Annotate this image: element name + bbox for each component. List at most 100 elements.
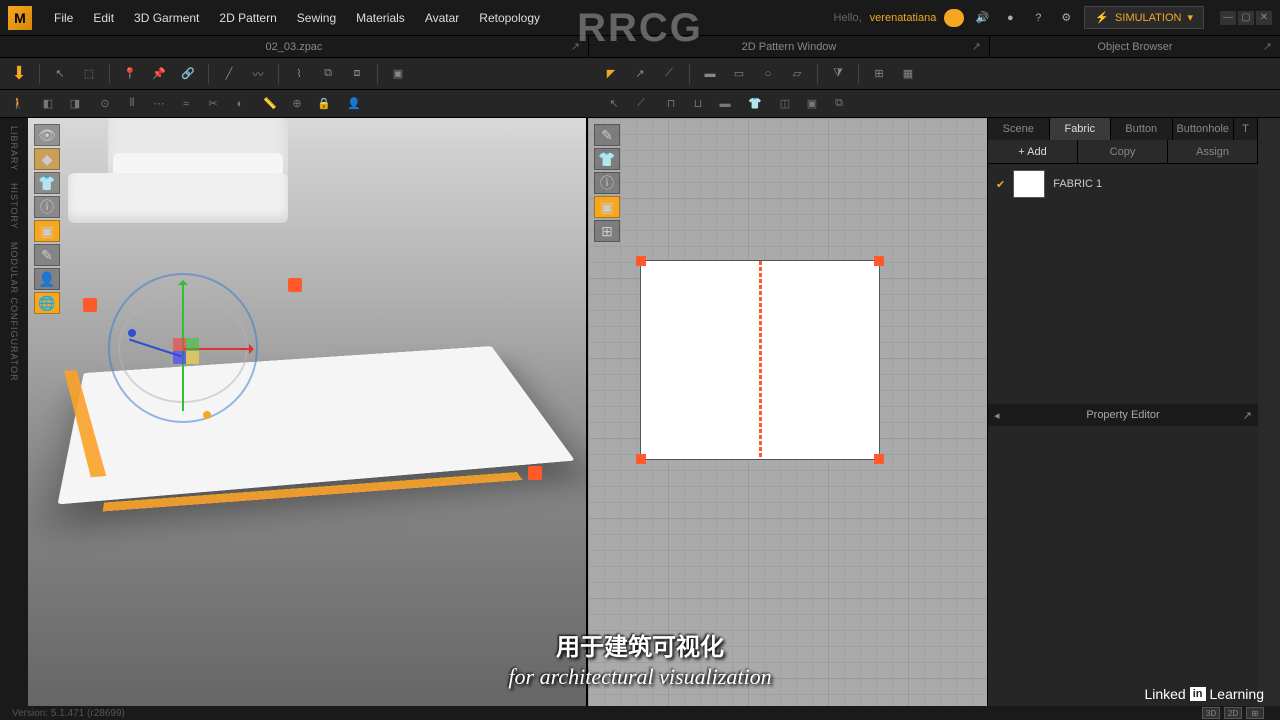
graphic-tool-icon[interactable]: ◨ bbox=[63, 92, 87, 116]
pleat-tool-icon[interactable]: ⧉ bbox=[827, 92, 851, 116]
topstitch-tool-icon[interactable]: ⋯ bbox=[147, 92, 171, 116]
grid-toggle-icon[interactable]: ⊞ bbox=[866, 61, 892, 87]
tab-more[interactable]: T bbox=[1234, 118, 1258, 140]
fold-tool-icon[interactable]: ▣ bbox=[385, 61, 411, 87]
sidebar-modular[interactable]: MODULAR CONFIGURATOR bbox=[9, 242, 19, 382]
sewing-tool-icon[interactable]: ⧉ bbox=[315, 61, 341, 87]
viewport-3d[interactable]: 👁 ◆ 👕 ⓘ ▣ ✎ 👤 🌐 bbox=[28, 118, 588, 708]
free-sewing-2d-icon[interactable]: ⟋ bbox=[629, 92, 653, 116]
menu-3d-garment[interactable]: 3D Garment bbox=[124, 11, 209, 25]
menu-avatar[interactable]: Avatar bbox=[415, 11, 469, 25]
add-button[interactable]: + Add bbox=[988, 140, 1078, 163]
vp2-trace-icon[interactable]: ⊞ bbox=[594, 220, 620, 242]
select-mesh-tool-icon[interactable]: ⬚ bbox=[76, 61, 102, 87]
vp2-info-icon[interactable]: ⓘ bbox=[594, 172, 620, 194]
grid-fine-icon[interactable]: ▦ bbox=[895, 61, 921, 87]
pattern-piece[interactable] bbox=[640, 260, 880, 460]
settings-icon[interactable]: ⚙ bbox=[1056, 8, 1076, 28]
tab-3d-window[interactable]: 02_03.zpac ↗ bbox=[0, 41, 588, 53]
collapse-icon[interactable]: ◂ bbox=[994, 409, 1000, 422]
circle-tool-icon[interactable]: ○ bbox=[755, 61, 781, 87]
menu-sewing[interactable]: Sewing bbox=[287, 11, 346, 25]
close-button[interactable]: ✕ bbox=[1256, 11, 1272, 25]
puckering-tool-icon[interactable]: ≈ bbox=[174, 92, 198, 116]
pattern-anchor[interactable] bbox=[636, 256, 646, 266]
vp2-edit-icon[interactable]: ✎ bbox=[594, 124, 620, 146]
assign-button[interactable]: Assign bbox=[1168, 140, 1258, 163]
sidebar-history[interactable]: HISTORY bbox=[9, 183, 19, 230]
fabric-item[interactable]: ✔ FABRIC 1 bbox=[988, 164, 1258, 204]
curve-tool-icon[interactable]: 〰 bbox=[245, 61, 271, 87]
notifications-icon[interactable]: ● bbox=[1000, 8, 1020, 28]
tack-tool-icon[interactable]: 📌 bbox=[146, 61, 172, 87]
dart-tool-icon[interactable]: ⧩ bbox=[825, 61, 851, 87]
simulation-button[interactable]: ⚡ SIMULATION ▾ bbox=[1084, 6, 1204, 29]
transform-gizmo[interactable] bbox=[108, 273, 268, 433]
popout-icon[interactable]: ↗ bbox=[972, 40, 981, 53]
viewport-2d[interactable]: ✎ 👕 ⓘ ▣ ⊞ bbox=[588, 118, 988, 708]
symmetry-tool-icon[interactable]: ◫ bbox=[773, 92, 797, 116]
button-tool-icon[interactable]: ⊙ bbox=[93, 92, 117, 116]
cloud-sync-icon[interactable] bbox=[944, 8, 964, 28]
popout-icon[interactable]: ↗ bbox=[571, 40, 580, 53]
avatar-tape-icon[interactable]: 👤 bbox=[342, 92, 366, 116]
lock-tool-icon[interactable]: 🔒 bbox=[312, 92, 336, 116]
binding-tool-icon[interactable]: ▣ bbox=[800, 92, 824, 116]
view-mode-2d[interactable]: 2D bbox=[1224, 707, 1242, 719]
avatar-walk-icon[interactable]: 🚶 bbox=[6, 92, 30, 116]
trim-tool-icon[interactable]: ✂ bbox=[201, 92, 225, 116]
sidebar-library[interactable]: LIBRARY bbox=[9, 126, 19, 171]
attach-tool-icon[interactable]: 🔗 bbox=[175, 61, 201, 87]
vp-surface-icon[interactable]: ◆ bbox=[34, 148, 60, 170]
copy-button[interactable]: Copy bbox=[1078, 140, 1168, 163]
select-tool-icon[interactable]: ↖ bbox=[47, 61, 73, 87]
tab-2d-window[interactable]: 2D Pattern Window ↗ bbox=[589, 41, 989, 53]
vp2-shirt-icon[interactable]: 👕 bbox=[594, 148, 620, 170]
line-tool-icon[interactable]: ╱ bbox=[216, 61, 242, 87]
internal-line-icon[interactable]: ▱ bbox=[784, 61, 810, 87]
polygon-tool-icon[interactable]: ▬ bbox=[697, 61, 723, 87]
maximize-button[interactable]: ▢ bbox=[1238, 11, 1254, 25]
seam-tool-icon[interactable]: ⌇ bbox=[286, 61, 312, 87]
vp-render-icon[interactable]: ▣ bbox=[34, 220, 60, 242]
rectangle-tool-icon[interactable]: ▭ bbox=[726, 61, 752, 87]
simulate-toggle-icon[interactable]: ⬇ bbox=[6, 61, 32, 87]
segment-sewing-icon[interactable]: ↖ bbox=[602, 92, 626, 116]
edit-pattern-icon[interactable]: ◤ bbox=[598, 61, 624, 87]
pin-tool-icon[interactable]: 📍 bbox=[117, 61, 143, 87]
tab-button[interactable]: Button bbox=[1111, 118, 1173, 140]
shirt-icon[interactable]: 👕 bbox=[743, 92, 767, 116]
pattern-anchor[interactable] bbox=[874, 454, 884, 464]
free-sewing-icon[interactable]: ⧈ bbox=[344, 61, 370, 87]
pattern-anchor[interactable] bbox=[636, 454, 646, 464]
tab-scene[interactable]: Scene bbox=[988, 118, 1050, 140]
sphere-tool-icon[interactable]: ⊕ bbox=[285, 92, 309, 116]
sound-icon[interactable]: 🔊 bbox=[972, 8, 992, 28]
popout-icon[interactable]: ↗ bbox=[1263, 40, 1272, 53]
vp-pin-icon[interactable]: ✎ bbox=[34, 244, 60, 266]
vp-avatar-icon[interactable]: 👕 bbox=[34, 172, 60, 194]
edit-curve-icon[interactable]: ⟋ bbox=[656, 61, 682, 87]
fabric-swatch[interactable] bbox=[1013, 170, 1045, 198]
notch-tool-icon[interactable]: ⊓ bbox=[659, 92, 683, 116]
iron-tool-icon[interactable]: ▬ bbox=[713, 92, 737, 116]
view-mode-split[interactable]: ⊞ bbox=[1246, 707, 1264, 719]
popout-icon[interactable]: ↗ bbox=[1243, 409, 1252, 422]
vp2-pattern-icon[interactable]: ▣ bbox=[594, 196, 620, 218]
menu-retopology[interactable]: Retopology bbox=[469, 11, 550, 25]
vp-info-icon[interactable]: ⓘ bbox=[34, 196, 60, 218]
tab-fabric[interactable]: Fabric bbox=[1050, 118, 1112, 140]
menu-2d-pattern[interactable]: 2D Pattern bbox=[209, 11, 286, 25]
vp-display-icon[interactable]: 👁 bbox=[34, 124, 60, 146]
view-mode-3d[interactable]: 3D bbox=[1202, 707, 1220, 719]
pattern-anchor[interactable] bbox=[874, 256, 884, 266]
help-icon[interactable]: ? bbox=[1028, 8, 1048, 28]
menu-materials[interactable]: Materials bbox=[346, 11, 415, 25]
transform-pattern-icon[interactable]: ↗ bbox=[627, 61, 653, 87]
zipper-tool-icon[interactable]: ⦀ bbox=[120, 92, 144, 116]
menu-edit[interactable]: Edit bbox=[83, 11, 124, 25]
measure-tool-icon[interactable]: 📏 bbox=[258, 92, 282, 116]
minimize-button[interactable]: — bbox=[1220, 11, 1236, 25]
tab-buttonhole[interactable]: Buttonhole bbox=[1173, 118, 1235, 140]
seam-allowance-icon[interactable]: ⊔ bbox=[686, 92, 710, 116]
